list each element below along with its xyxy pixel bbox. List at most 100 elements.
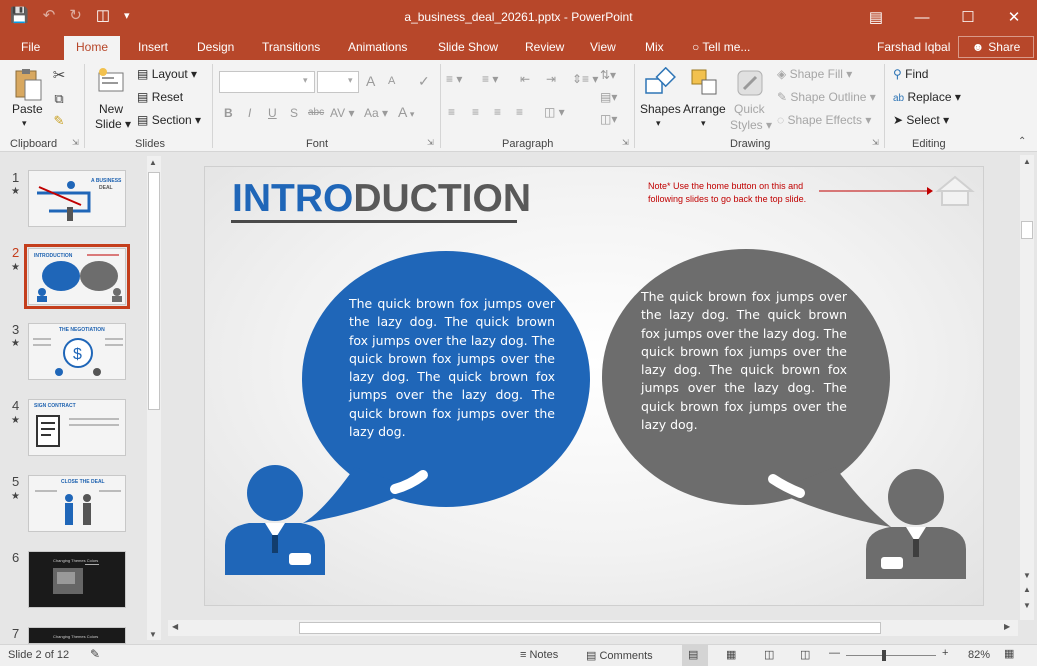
decrease-indent-icon[interactable]: ⇤: [520, 72, 530, 86]
right-bubble-text[interactable]: The quick brown fox jumps over the lazy …: [641, 288, 847, 434]
tab-review[interactable]: Review: [525, 40, 564, 54]
tab-home[interactable]: Home: [64, 36, 121, 60]
text-shadow-button[interactable]: S: [290, 106, 298, 120]
find-button[interactable]: ⚲ Find: [893, 67, 928, 81]
scroll-down-icon[interactable]: ▼: [149, 630, 157, 639]
columns-icon[interactable]: ◫ ▾: [544, 105, 565, 119]
tab-mix[interactable]: Mix: [645, 40, 664, 54]
slide-sorter-icon[interactable]: ▦: [726, 648, 736, 661]
arrange-dropdown-icon[interactable]: ▾: [701, 118, 706, 129]
font-launcher-icon[interactable]: ⇲: [427, 138, 434, 147]
shrink-font-icon[interactable]: A: [388, 75, 395, 87]
numbering-icon[interactable]: ≡ ▾: [482, 72, 498, 86]
slide-count[interactable]: Slide 2 of 12: [8, 649, 69, 661]
slide-thumbnail-6[interactable]: Changing Themes Colors: [28, 551, 126, 608]
font-color-icon[interactable]: A ▾: [398, 104, 414, 120]
tell-me-box[interactable]: ○ Tell me...: [692, 40, 750, 54]
arrange-icon[interactable]: [688, 66, 722, 100]
font-size-dropdown-icon[interactable]: ▾: [348, 75, 353, 86]
paste-dropdown-icon[interactable]: ▾: [22, 118, 27, 129]
zoom-slider-handle[interactable]: [882, 650, 886, 661]
slide-note[interactable]: Note* Use the home button on this and fo…: [648, 180, 830, 206]
copy-icon[interactable]: ⧉: [50, 90, 68, 108]
bullets-icon[interactable]: ≡ ▾: [446, 72, 462, 86]
comments-button[interactable]: ▤ Comments: [586, 649, 653, 662]
ribbon-display-icon[interactable]: ▤: [853, 0, 899, 34]
new-slide-label-2[interactable]: Slide ▾: [95, 117, 131, 131]
reset-button[interactable]: ▤ Reset: [137, 90, 183, 104]
change-case-button[interactable]: Aa ▾: [364, 106, 388, 120]
cut-icon[interactable]: ✂: [50, 66, 68, 84]
zoom-slider[interactable]: [846, 655, 936, 656]
slide-thumbnail-3[interactable]: THE NEGOTIATION $: [28, 323, 126, 380]
slide-thumbnail-7[interactable]: Changing Themes Colors: [28, 627, 126, 644]
paste-label[interactable]: Paste: [12, 102, 43, 116]
close-icon[interactable]: ✕: [991, 0, 1037, 34]
scroll-up-icon[interactable]: ▲: [1023, 157, 1031, 166]
slide-horizontal-scrollbar[interactable]: ◀ ▶: [168, 620, 1018, 636]
scroll-thumb[interactable]: [148, 172, 160, 410]
shape-effects-button[interactable]: ◌ Shape Effects ▾: [777, 113, 871, 127]
quick-styles-label-2[interactable]: Styles ▾: [730, 118, 772, 132]
underline-button[interactable]: U: [268, 106, 277, 120]
user-name[interactable]: Farshad Iqbal: [877, 40, 950, 54]
reading-view-icon[interactable]: ◫: [764, 648, 774, 661]
scroll-down-icon[interactable]: ▼: [1023, 571, 1031, 580]
maximize-icon[interactable]: ☐: [945, 0, 991, 34]
next-slide-icon[interactable]: ▼: [1023, 601, 1031, 610]
quick-styles-icon[interactable]: [733, 66, 767, 100]
drawing-launcher-icon[interactable]: ⇲: [872, 138, 879, 147]
scroll-thumb[interactable]: [1021, 221, 1033, 239]
format-painter-icon[interactable]: ✎: [50, 112, 68, 130]
notes-button[interactable]: ≡ Notes: [520, 649, 558, 661]
left-bubble-text[interactable]: The quick brown fox jumps over the lazy …: [349, 295, 555, 441]
slide-vertical-scrollbar[interactable]: ▲ ▼ ▲ ▼: [1020, 155, 1034, 620]
previous-slide-icon[interactable]: ▲: [1023, 585, 1031, 594]
tab-file[interactable]: File: [21, 40, 40, 54]
minimize-icon[interactable]: —: [899, 0, 945, 34]
smartart-icon[interactable]: ◫▾: [600, 112, 617, 126]
quick-styles-label-1[interactable]: Quick: [734, 102, 765, 116]
slide-thumbnail-2[interactable]: INTRODUCTION: [24, 244, 130, 309]
shapes-dropdown-icon[interactable]: ▾: [656, 118, 661, 129]
slide-thumbnail-5[interactable]: CLOSE THE DEAL: [28, 475, 126, 532]
shape-outline-button[interactable]: ✎ Shape Outline ▾: [777, 90, 876, 104]
align-right-icon[interactable]: ≡: [494, 105, 501, 119]
home-icon[interactable]: [935, 175, 975, 206]
increase-indent-icon[interactable]: ⇥: [546, 72, 556, 86]
scroll-right-icon[interactable]: ▶: [1004, 622, 1010, 631]
font-name-input[interactable]: [219, 71, 315, 93]
fit-to-window-icon[interactable]: ▦: [1004, 647, 1014, 660]
slide-thumbnail-4[interactable]: SIGN CONTRACT: [28, 399, 126, 456]
align-left-icon[interactable]: ≡: [448, 105, 455, 119]
tab-animations[interactable]: Animations: [348, 40, 407, 54]
slide-canvas[interactable]: INTRODUCTION Note* Use the home button o…: [204, 166, 984, 606]
align-center-icon[interactable]: ≡: [472, 105, 479, 119]
font-name-dropdown-icon[interactable]: ▾: [303, 75, 308, 86]
character-spacing-button[interactable]: AV ▾: [330, 106, 354, 120]
select-button[interactable]: ➤ Select ▾: [893, 113, 949, 127]
scroll-thumb[interactable]: [299, 622, 881, 634]
new-slide-icon[interactable]: [96, 66, 126, 96]
layout-button[interactable]: ▤ Layout ▾: [137, 67, 197, 81]
shape-fill-button[interactable]: ◈ Shape Fill ▾: [777, 67, 852, 81]
grow-font-icon[interactable]: A: [366, 73, 375, 89]
new-slide-label-1[interactable]: New: [99, 102, 123, 116]
zoom-in-icon[interactable]: +: [942, 647, 948, 659]
bold-button[interactable]: B: [224, 106, 233, 120]
justify-icon[interactable]: ≡: [516, 105, 523, 119]
paste-icon[interactable]: [10, 66, 44, 102]
text-direction-icon[interactable]: ⇅▾: [600, 68, 616, 82]
zoom-level[interactable]: 82%: [968, 649, 990, 661]
slide-thumbnail-1[interactable]: A BUSINESS DEAL: [28, 170, 126, 227]
strikethrough-button[interactable]: abc: [308, 107, 324, 118]
scroll-up-icon[interactable]: ▲: [149, 158, 157, 167]
spelling-icon[interactable]: ✎: [90, 647, 100, 661]
zoom-out-icon[interactable]: —: [829, 647, 840, 659]
share-button[interactable]: ☻ Share: [958, 36, 1034, 58]
shapes-icon[interactable]: [642, 66, 678, 100]
thumbnail-scrollbar[interactable]: ▲ ▼: [147, 156, 161, 640]
slideshow-icon[interactable]: ◫: [800, 648, 810, 661]
tab-design[interactable]: Design: [197, 40, 234, 54]
paragraph-launcher-icon[interactable]: ⇲: [622, 138, 629, 147]
